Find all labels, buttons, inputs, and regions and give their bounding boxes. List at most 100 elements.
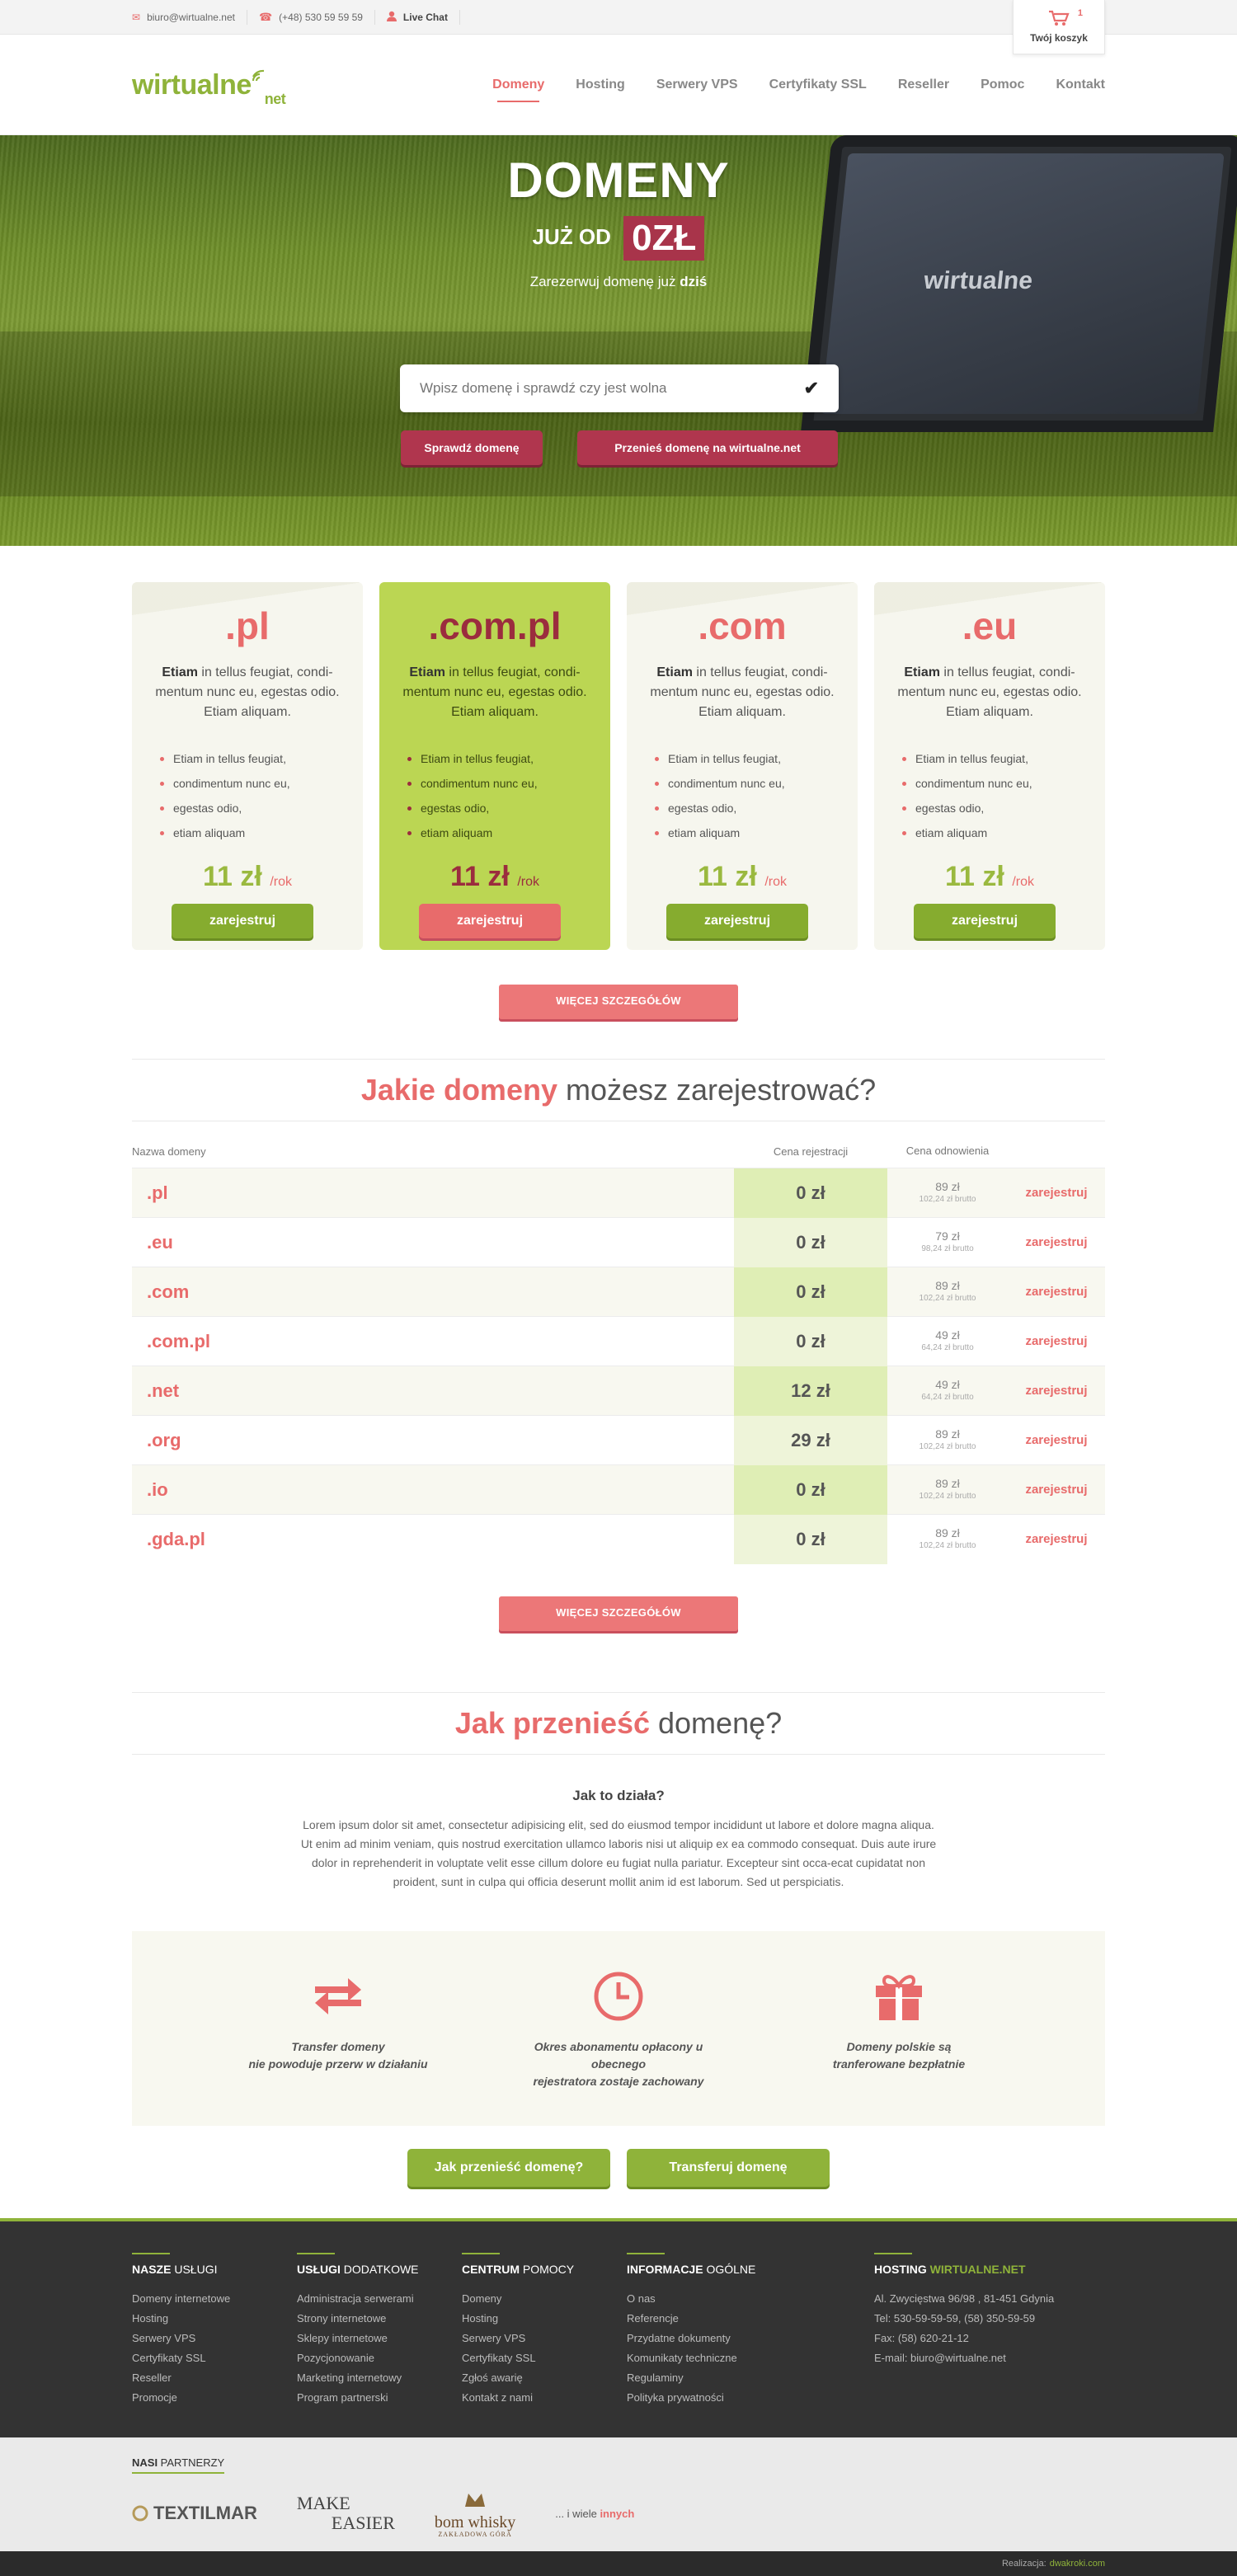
footer-link[interactable]: Referencje <box>627 2309 792 2329</box>
list-item: Etiam in tellus feugiat, <box>655 752 858 777</box>
table-row: .com 0 zł 89 zł 102,24 zł brutto zarejest… <box>132 1267 1105 1317</box>
register-button[interactable]: zarejestruj <box>666 904 808 938</box>
footer-col-services: NASZE USŁUGI Domeny internetowe Hosting … <box>132 2253 297 2408</box>
transfer-domain-button[interactable]: Przenieś domenę na wirtualne.net <box>577 430 838 465</box>
footer-link[interactable]: O nas <box>627 2289 792 2309</box>
renewal-gross: 98,24 zł brutto <box>921 1243 974 1253</box>
tld-card-eu: .eu Etiam in tellus feugiat, condi-mentu… <box>874 582 1105 950</box>
domain-price-table: Nazwa domeny Cena rejestracji Cena odnow… <box>132 1135 1105 1564</box>
register-button[interactable]: zarejestruj <box>419 904 561 938</box>
footer-link[interactable]: Sklepy internetowe <box>297 2329 462 2348</box>
register-link[interactable]: zarejestruj <box>1008 1186 1105 1200</box>
phone-contact[interactable]: ☎ (+48) 530 59 59 59 <box>259 10 375 25</box>
footer-link[interactable]: Strony internetowe <box>297 2309 462 2329</box>
footer-link[interactable]: Zgłoś awarię <box>462 2368 627 2388</box>
price-value: 11 zł <box>698 861 757 892</box>
nav-domeny[interactable]: Domeny <box>492 78 544 102</box>
partner-logo-make-easier[interactable]: MAKE EASIER <box>297 2494 395 2533</box>
footer-link[interactable]: Program partnerski <box>297 2388 462 2408</box>
credit-link[interactable]: dwakroki.com <box>1050 2559 1105 2569</box>
table-row: .com.pl 0 zł 49 zł 64,24 zł brutto zareje… <box>132 1316 1105 1366</box>
nav-hosting[interactable]: Hosting <box>576 78 625 92</box>
register-link[interactable]: zarejestruj <box>1008 1532 1105 1546</box>
nav-kontakt[interactable]: Kontakt <box>1056 78 1105 92</box>
partner-tagline: ZAKŁADOWA GÓRA <box>438 2531 512 2538</box>
transfer-domain-button-2[interactable]: Transferuj domenę <box>627 2149 830 2187</box>
live-chat-label: Live Chat <box>402 12 448 23</box>
how-to-transfer-button[interactable]: Jak przenieść domenę? <box>407 2149 610 2187</box>
col-domain-name: Nazwa domeny <box>132 1145 206 1158</box>
footer-link[interactable]: Pozycjonowanie <box>297 2348 462 2368</box>
renewal-gross: 102,24 zł brutto <box>919 1441 976 1451</box>
domains-section-title: Jakie domeny możesz zarejestrować? <box>132 1073 1105 1107</box>
list-item: egestas odio, <box>407 801 610 826</box>
footer: NASZE USŁUGI Domeny internetowe Hosting … <box>0 2218 1237 2437</box>
footer-link[interactable]: Certyfikaty SSL <box>462 2348 627 2368</box>
register-link[interactable]: zarejestruj <box>1008 1285 1105 1299</box>
renewal-gross: 102,24 zł brutto <box>919 1293 976 1303</box>
list-item: condimentum nunc eu, <box>655 777 858 801</box>
nav-reseller[interactable]: Reseller <box>898 78 949 92</box>
renewal-price: 89 zł 102,24 zł brutto <box>887 1477 1008 1503</box>
footer-link[interactable]: Polityka prywatności <box>627 2388 792 2408</box>
transfer-features: Transfer domeny nie powoduje przerw w dzi… <box>132 1931 1105 2126</box>
footer-link[interactable]: Administracja serwerami <box>297 2289 462 2309</box>
more-partners-link[interactable]: innych <box>600 2508 634 2520</box>
renewal-net: 89 zł <box>935 1278 960 1292</box>
feature-item: Domeny polskie są tranferowane bezpłatnie <box>792 1967 1006 2126</box>
domain-name: .io <box>147 1478 168 1500</box>
footer-link[interactable]: Reseller <box>132 2368 297 2388</box>
bottom-bar: Realizacja: dwakroki.com <box>0 2551 1237 2576</box>
email-line[interactable]: E-mail: biuro@wirtualne.net <box>874 2348 1105 2368</box>
footer-link[interactable]: Regulaminy <box>627 2368 792 2388</box>
footer-link[interactable]: Serwery VPS <box>462 2329 627 2348</box>
register-button[interactable]: zarejestruj <box>914 904 1056 938</box>
domain-search-box: ✔ <box>400 364 839 412</box>
email-contact[interactable]: ✉ biuro@wirtualne.net <box>132 10 247 25</box>
register-button[interactable]: zarejestruj <box>172 904 313 938</box>
footer-link[interactable]: Hosting <box>132 2309 297 2329</box>
register-link[interactable]: zarejestruj <box>1008 1483 1105 1497</box>
footer-link[interactable]: Kontakt z nami <box>462 2388 627 2408</box>
footer-link[interactable]: Hosting <box>462 2309 627 2329</box>
footer-link[interactable]: Certyfikaty SSL <box>132 2348 297 2368</box>
footer-link[interactable]: Przydatne dokumenty <box>627 2329 792 2348</box>
domain-search-input[interactable] <box>420 380 804 397</box>
more-details-button[interactable]: WIĘCEJ SZCZEGÓŁÓW <box>499 985 738 1019</box>
partner-logo-textilmar[interactable]: TEXTILMAR <box>132 2503 257 2524</box>
wifi-icon <box>252 58 268 90</box>
renewal-gross: 64,24 zł brutto <box>921 1392 974 1402</box>
user-icon <box>386 11 397 24</box>
renewal-gross: 102,24 zł brutto <box>919 1194 976 1204</box>
live-chat-link[interactable]: Live Chat <box>386 10 460 25</box>
footer-link[interactable]: Domeny internetowe <box>132 2289 297 2309</box>
register-link[interactable]: zarejestruj <box>1008 1334 1105 1348</box>
domain-name: .gda.pl <box>147 1528 205 1549</box>
renewal-price: 79 zł 98,24 zł brutto <box>887 1229 1008 1256</box>
footer-link[interactable]: Promocje <box>132 2388 297 2408</box>
register-link[interactable]: zarejestruj <box>1008 1433 1105 1447</box>
title-bold: Jak przenieść <box>454 1706 651 1740</box>
checkmark-icon[interactable]: ✔ <box>804 378 819 399</box>
footer-link[interactable]: Serwery VPS <box>132 2329 297 2348</box>
register-link[interactable]: zarejestruj <box>1008 1235 1105 1249</box>
registration-price: 0 zł <box>734 1267 887 1317</box>
renewal-price: 89 zł 102,24 zł brutto <box>887 1180 1008 1206</box>
partner-name: EASIER <box>331 2513 395 2533</box>
logo[interactable]: wirtualne net <box>132 69 286 107</box>
check-domain-button[interactable]: Sprawdź domenę <box>401 430 543 465</box>
feature-list: Etiam in tellus feugiat, condimentum nun… <box>655 752 858 851</box>
footer-link[interactable]: Domeny <box>462 2289 627 2309</box>
footer-link[interactable]: Komunikaty techniczne <box>627 2348 792 2368</box>
footer-link[interactable]: Marketing internetowy <box>297 2368 462 2388</box>
more-details-button-2[interactable]: WIĘCEJ SZCZEGÓŁÓW <box>499 1596 738 1631</box>
renewal-net: 49 zł <box>935 1377 960 1391</box>
register-link[interactable]: zarejestruj <box>1008 1384 1105 1398</box>
nav-serwery-vps[interactable]: Serwery VPS <box>656 78 738 92</box>
partners-title: NASI PARTNERZY <box>132 2456 225 2474</box>
nav-pomoc[interactable]: Pomoc <box>981 78 1024 92</box>
nav-certyfikaty-ssl[interactable]: Certyfikaty SSL <box>769 78 867 92</box>
list-item: egestas odio, <box>655 801 858 826</box>
header: wirtualne net Domeny Hosting Serwery VPS… <box>0 35 1237 135</box>
partner-logo-bom-whisky[interactable]: bom whisky ZAKŁADOWA GÓRA <box>435 2489 515 2538</box>
